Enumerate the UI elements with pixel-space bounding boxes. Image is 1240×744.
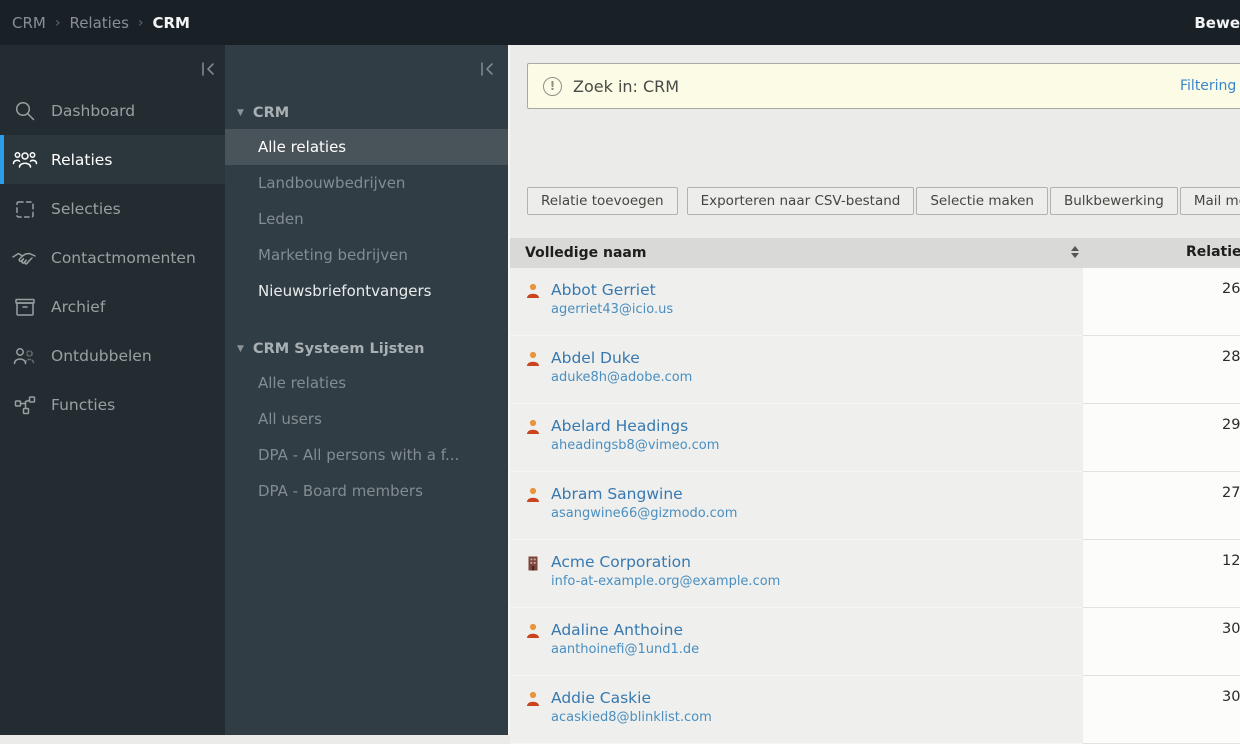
contact-name-link[interactable]: Addie Caskie — [551, 689, 651, 707]
workflow-nodes-icon — [12, 392, 38, 418]
list-panel: ▼ CRM Alle relaties Landbouwbedrijven Le… — [225, 45, 508, 735]
breadcrumb-item-current: CRM — [153, 14, 191, 32]
list-item-nieuwsbriefontvangers[interactable]: Nieuwsbriefontvangers — [225, 273, 508, 309]
relatie-toevoegen-button[interactable]: Relatie toevoegen — [527, 187, 678, 215]
archive-box-icon — [12, 294, 38, 320]
handshake-icon — [12, 245, 38, 271]
mail-merge-button[interactable]: Mail merge maken — [1180, 187, 1240, 215]
person-icon — [526, 348, 541, 403]
sidebar-item-label: Ontdubbelen — [51, 347, 152, 365]
selectie-maken-button[interactable]: Selectie maken — [916, 187, 1048, 215]
table-row[interactable]: Acme Corporation info-at-example.org@exa… — [510, 540, 1240, 608]
relation-number: 26 — [1222, 281, 1240, 297]
relation-number: 29 — [1222, 417, 1240, 433]
contact-email[interactable]: info-at-example.org@example.com — [551, 574, 780, 589]
sidebar-item-archief[interactable]: Archief — [0, 282, 225, 331]
primary-sidebar: Dashboard Relaties Selecties Contactmome… — [0, 45, 225, 735]
sidebar-item-label: Functies — [51, 396, 115, 414]
selection-frame-icon — [12, 196, 38, 222]
table-row[interactable]: Abdel Duke aduke8h@adobe.com 28 — [510, 336, 1240, 404]
relation-number: 28 — [1222, 349, 1240, 365]
sidebar-item-contactmomenten[interactable]: Contactmomenten — [0, 233, 225, 282]
contact-name-link[interactable]: Acme Corporation — [551, 553, 691, 571]
list-item-alle-relaties-systeem[interactable]: Alle relaties — [225, 365, 508, 401]
warning-circle-icon: ! — [543, 77, 562, 96]
section-header-crm-systeem-lijsten[interactable]: ▼ CRM Systeem Lijsten — [225, 333, 508, 365]
list-item-dpa-board-members[interactable]: DPA - Board members — [225, 473, 508, 509]
contact-name-link[interactable]: Abdel Duke — [551, 349, 640, 367]
breadcrumb-item-crm[interactable]: CRM — [12, 14, 46, 32]
search-input[interactable]: ! Zoek in: CRM Filtering a — [527, 63, 1240, 109]
triangle-down-icon: ▼ — [237, 108, 244, 118]
contact-name-link[interactable]: Abelard Headings — [551, 417, 688, 435]
list-item-landbouwbedrijven[interactable]: Landbouwbedrijven — [225, 165, 508, 201]
sidebar-item-selecties[interactable]: Selecties — [0, 184, 225, 233]
contact-name-link[interactable]: Abram Sangwine — [551, 485, 683, 503]
table-row[interactable]: Abram Sangwine asangwine66@gizmodo.com 2… — [510, 472, 1240, 540]
sort-icon[interactable] — [1071, 246, 1080, 260]
table-row[interactable]: Adaline Anthoine aanthoinefi@1und1.de 30 — [510, 608, 1240, 676]
sidebar-item-dashboard[interactable]: Dashboard — [0, 86, 225, 135]
table-row[interactable]: Abbot Gerriet agerriet43@icio.us 26 — [510, 268, 1240, 336]
list-item-alle-relaties[interactable]: Alle relaties — [225, 129, 508, 165]
collapse-sidebar-icon[interactable] — [197, 58, 219, 80]
sidebar-item-functies[interactable]: Functies — [0, 380, 225, 429]
action-toolbar: Relatie toevoegen Exporteren naar CSV-be… — [527, 187, 1240, 215]
people-icon — [12, 147, 38, 173]
sidebar-item-label: Dashboard — [51, 102, 135, 120]
relations-table: Abbot Gerriet agerriet43@icio.us 26 Abde… — [510, 268, 1240, 744]
list-item-leden[interactable]: Leden — [225, 201, 508, 237]
breadcrumb-item-relaties[interactable]: Relaties — [69, 14, 128, 32]
contact-email[interactable]: agerriet43@icio.us — [551, 302, 673, 317]
table-header: Volledige naam Relatie — [510, 238, 1240, 268]
sidebar-item-label: Contactmomenten — [51, 249, 196, 267]
main-content: ! Zoek in: CRM Filtering a Relatie toevo… — [508, 45, 1240, 735]
contact-name-link[interactable]: Adaline Anthoine — [551, 621, 683, 639]
list-item-all-users[interactable]: All users — [225, 401, 508, 437]
relation-number: 27 — [1222, 485, 1240, 501]
breadcrumb-separator: › — [55, 15, 61, 31]
magnifier-icon — [12, 98, 38, 124]
list-item-marketing-bedrijven[interactable]: Marketing bedrijven — [225, 237, 508, 273]
top-bar: CRM › Relaties › CRM Bewe — [0, 0, 1240, 45]
contact-email[interactable]: asangwine66@gizmodo.com — [551, 506, 737, 521]
sidebar-item-label: Archief — [51, 298, 105, 316]
bulkbewerking-button[interactable]: Bulkbewerking — [1050, 187, 1178, 215]
contact-name-link[interactable]: Abbot Gerriet — [551, 281, 656, 299]
contact-email[interactable]: acaskied8@blinklist.com — [551, 710, 712, 725]
table-row[interactable]: Addie Caskie acaskied8@blinklist.com 30 — [510, 676, 1240, 744]
collapse-panel-icon[interactable] — [476, 58, 498, 80]
contact-email[interactable]: aanthoinefi@1und1.de — [551, 642, 699, 657]
exporteren-csv-button[interactable]: Exporteren naar CSV-bestand — [687, 187, 915, 215]
search-scope-label: Zoek in: CRM — [573, 77, 679, 96]
table-row[interactable]: Abelard Headings aheadingsb8@vimeo.com 2… — [510, 404, 1240, 472]
column-header-relatie[interactable]: Relatie — [1083, 238, 1240, 268]
relation-number: 12 — [1222, 553, 1240, 569]
list-item-dpa-all-persons[interactable]: DPA - All persons with a f... — [225, 437, 508, 473]
person-icon — [526, 620, 541, 675]
company-building-icon — [526, 552, 541, 607]
section-header-crm[interactable]: ▼ CRM — [225, 97, 508, 129]
contact-email[interactable]: aduke8h@adobe.com — [551, 370, 692, 385]
relation-number: 30 — [1222, 689, 1240, 705]
triangle-down-icon: ▼ — [237, 344, 244, 354]
person-icon — [526, 280, 541, 335]
person-icon — [526, 484, 541, 539]
bewerken-button[interactable]: Bewe — [1194, 14, 1240, 32]
sidebar-item-ontdubbelen[interactable]: Ontdubbelen — [0, 331, 225, 380]
deduplicate-persons-icon — [12, 343, 38, 369]
contact-email[interactable]: aheadingsb8@vimeo.com — [551, 438, 719, 453]
sidebar-item-label: Relaties — [51, 151, 112, 169]
sidebar-item-label: Selecties — [51, 200, 121, 218]
sidebar-item-relaties[interactable]: Relaties — [0, 135, 225, 184]
column-header-volledige-naam[interactable]: Volledige naam — [510, 238, 1083, 268]
breadcrumb-separator: › — [138, 15, 144, 31]
person-icon — [526, 416, 541, 471]
relation-number: 30 — [1222, 621, 1240, 637]
filtering-link[interactable]: Filtering a — [1180, 78, 1240, 94]
